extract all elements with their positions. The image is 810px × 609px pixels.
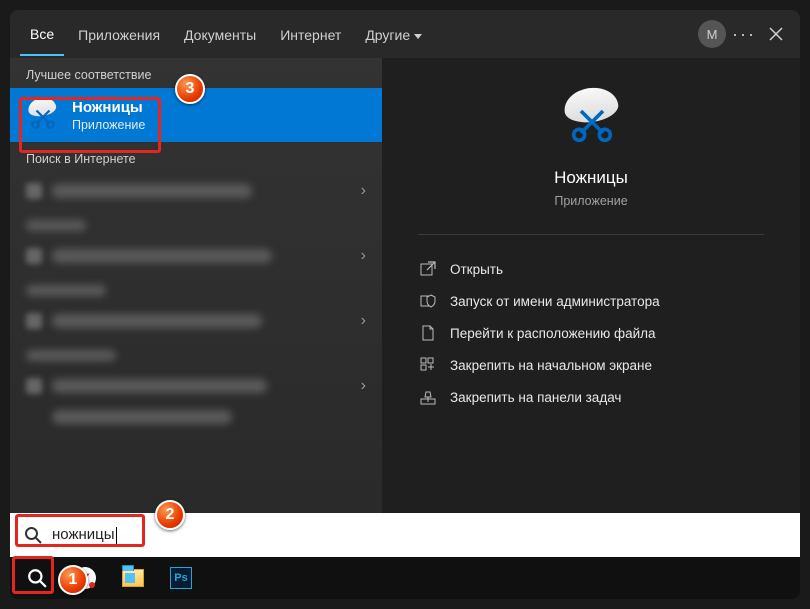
preview-subtitle: Приложение — [418, 194, 764, 208]
tab-apps[interactable]: Приложения — [68, 13, 170, 55]
action-pin-taskbar[interactable]: Закрепить на панели задач — [418, 381, 764, 413]
badge-3: 3 — [175, 74, 205, 104]
admin-icon — [420, 293, 436, 309]
web-result[interactable]: › — [10, 237, 382, 275]
web-search-label: Поиск в Интернете — [10, 142, 382, 172]
search-input[interactable]: ножницы — [52, 526, 117, 544]
file-icon — [420, 325, 436, 341]
photoshop-icon: Ps — [170, 567, 192, 589]
tab-internet[interactable]: Интернет — [270, 13, 351, 55]
content: Лучшее соответствие Ножницы Приложение П… — [10, 58, 800, 513]
header: Все Приложения Документы Интернет Другие… — [10, 10, 800, 58]
action-run-admin[interactable]: Запуск от имени администратора — [418, 285, 764, 317]
open-icon — [420, 261, 436, 277]
action-open[interactable]: Открыть — [418, 253, 764, 285]
close-icon[interactable] — [762, 20, 790, 48]
pin-start-icon — [420, 357, 436, 373]
chevron-down-icon — [414, 34, 422, 39]
search-window: Все Приложения Документы Интернет Другие… — [10, 10, 800, 599]
snipping-tool-icon — [26, 98, 60, 132]
tab-all[interactable]: Все — [20, 12, 64, 56]
search-icon — [24, 526, 42, 544]
chevron-right-icon: › — [353, 182, 366, 200]
preview-pane: Ножницы Приложение Открыть Запуск от име… — [382, 58, 800, 513]
explorer-icon — [122, 569, 144, 587]
chevron-right-icon: › — [353, 247, 366, 265]
action-file-location[interactable]: Перейти к расположению файла — [418, 317, 764, 349]
web-result[interactable]: › — [10, 302, 382, 340]
search-bar[interactable]: ножницы — [10, 513, 800, 557]
chevron-right-icon: › — [353, 377, 366, 395]
taskbar-search-button[interactable] — [14, 559, 60, 597]
chevron-right-icon: › — [353, 312, 366, 330]
badge-1: 1 — [58, 565, 88, 595]
taskbar: Y Ps — [10, 557, 800, 599]
action-list: Открыть Запуск от имени администратора П… — [418, 235, 764, 431]
tab-other[interactable]: Другие — [355, 13, 432, 55]
results-pane: Лучшее соответствие Ножницы Приложение П… — [10, 58, 382, 513]
web-result[interactable]: › — [10, 367, 382, 405]
snipping-tool-icon — [558, 88, 624, 154]
tab-documents[interactable]: Документы — [174, 13, 266, 55]
web-result[interactable]: › — [10, 172, 382, 210]
taskbar-photoshop[interactable]: Ps — [158, 559, 204, 597]
user-avatar[interactable]: М — [698, 20, 726, 48]
best-match-subtitle: Приложение — [72, 118, 145, 132]
badge-2: 2 — [155, 500, 185, 530]
taskbar-explorer[interactable] — [110, 559, 156, 597]
best-match-title: Ножницы — [72, 99, 145, 116]
web-result[interactable] — [10, 405, 382, 435]
pin-taskbar-icon — [420, 389, 436, 405]
preview-title: Ножницы — [418, 168, 764, 188]
action-pin-start[interactable]: Закрепить на начальном экране — [418, 349, 764, 381]
more-icon[interactable]: ··· — [730, 20, 758, 48]
